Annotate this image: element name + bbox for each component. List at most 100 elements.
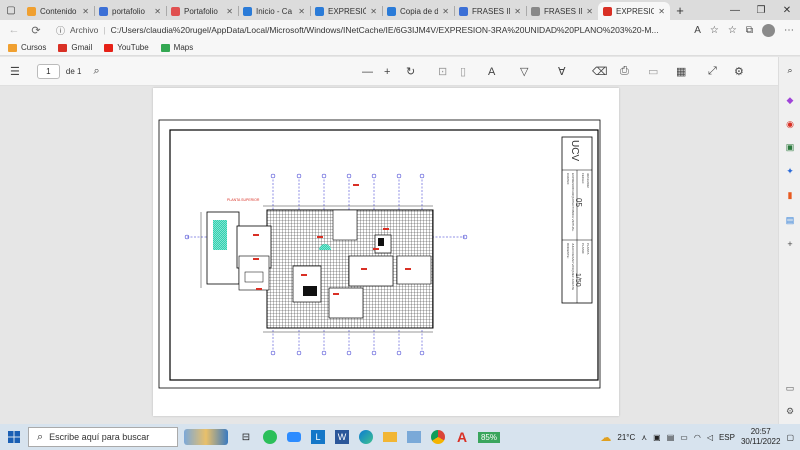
weather-icon[interactable]: ☁ [600, 431, 611, 444]
settings-icon[interactable]: ⚙ [734, 57, 744, 86]
draw-icon[interactable]: ∀ [558, 57, 566, 86]
photos-icon[interactable] [402, 426, 426, 448]
office-icon[interactable]: ▮ [784, 189, 796, 201]
new-tab-button[interactable]: + [670, 3, 690, 18]
minimize-icon[interactable]: — [722, 5, 748, 16]
print-icon[interactable]: ⎙ [620, 57, 629, 86]
learning-app-icon[interactable]: L [306, 426, 330, 448]
chrome-icon[interactable] [426, 426, 450, 448]
tab-close-icon[interactable]: ✕ [82, 7, 89, 16]
wifi-icon[interactable]: ◠ [694, 433, 701, 442]
tools-icon[interactable]: ▣ [784, 141, 796, 153]
page-number-input[interactable]: 1 [36, 63, 60, 79]
more-icon[interactable]: ⋯ [784, 25, 794, 36]
outlook-icon[interactable]: ▤ [784, 214, 796, 226]
add-icon[interactable]: + [784, 238, 796, 250]
pdf-page: UCV CURSO: EXPRESION ARQUITECTONICA VIRT… [153, 88, 619, 416]
tab-close-icon[interactable]: ✕ [298, 7, 305, 16]
favorite-icon[interactable]: ☆ [710, 25, 719, 36]
favorites-bar-icon[interactable]: ☆ [728, 25, 737, 36]
network-icon[interactable]: ⋏ [641, 433, 647, 442]
read-aloud-icon[interactable]: A [694, 25, 701, 36]
task-view-icon[interactable]: ⊟ [234, 426, 258, 448]
notifications-icon[interactable]: ▢ [786, 433, 794, 442]
whatsapp-icon[interactable] [258, 426, 282, 448]
tab-label: EXPRESIÓN [328, 6, 367, 16]
explorer-icon[interactable] [378, 426, 402, 448]
tab-8[interactable]: EXPRESION✕ [598, 2, 670, 20]
tab-1[interactable]: portafolio ✕ [94, 2, 166, 20]
copilot-icon[interactable]: ◆ [784, 94, 796, 106]
taskbar-search-placeholder: Escribe aquí para buscar [49, 432, 150, 442]
tab-close-icon[interactable]: ✕ [154, 7, 161, 16]
tab-close-icon[interactable]: ✕ [658, 7, 665, 16]
url-separator: | [103, 25, 106, 35]
volume-icon[interactable]: ◁ [707, 433, 713, 442]
read-aloud-icon[interactable]: A [488, 57, 495, 86]
acrobat-icon[interactable]: A [450, 426, 474, 448]
edge-icon[interactable] [354, 426, 378, 448]
refresh-button[interactable]: ⟳ [28, 22, 44, 38]
page-view-icon[interactable]: ▯ [460, 57, 466, 86]
close-icon[interactable]: ✕ [774, 5, 800, 16]
bookmark-1[interactable]: Gmail [58, 43, 92, 52]
tab-close-icon[interactable]: ✕ [370, 7, 377, 16]
url-field[interactable]: ⓘ Archivo | C:/Users/claudia%20rugel/App… [50, 22, 688, 38]
battery-icon[interactable]: ▭ [680, 433, 688, 442]
tab-0[interactable]: Contenido ✕ [22, 2, 94, 20]
bookmark-2[interactable]: YouTube [104, 43, 149, 52]
language-indicator[interactable]: ESP [719, 433, 735, 442]
bookmark-label: Gmail [71, 43, 93, 52]
tab-actions-icon[interactable]: ▢ [0, 0, 22, 20]
zoom-out-button[interactable]: — [362, 57, 373, 86]
tab-4[interactable]: EXPRESIÓN✕ [310, 2, 382, 20]
highlight-icon[interactable]: ▽ [520, 57, 528, 86]
tab-close-icon[interactable]: ✕ [226, 7, 233, 16]
fullscreen-icon[interactable]: ⤢ [708, 57, 717, 86]
fit-page-icon[interactable]: ⊡ [438, 57, 447, 86]
zoom-app-icon[interactable] [282, 426, 306, 448]
tab-close-icon[interactable]: ✕ [586, 7, 593, 16]
search-icon[interactable]: ⌕ [93, 65, 99, 78]
windows-start-icon[interactable] [0, 431, 28, 443]
clock[interactable]: 20:57 30/11/2022 [741, 427, 780, 447]
tab-6[interactable]: FRASES IN ✕ [454, 2, 526, 20]
tab-2[interactable]: Portafolio ✕ [166, 2, 238, 20]
contents-icon[interactable]: ☰ [10, 65, 20, 78]
zoom-in-button[interactable]: + [384, 57, 390, 86]
bookmark-icon [8, 43, 17, 52]
word-icon[interactable]: W [330, 426, 354, 448]
save-icon[interactable]: ▭ [648, 57, 658, 86]
tray-app-icon[interactable]: ▣ [653, 433, 661, 442]
layout-icon[interactable]: ▭ [784, 382, 796, 394]
games-icon[interactable]: ✦ [784, 165, 796, 177]
rotate-icon[interactable]: ↻ [406, 57, 415, 86]
maximize-icon[interactable]: ❐ [748, 5, 774, 16]
sidebar-settings-icon[interactable]: ⚙ [784, 405, 796, 417]
shopping-icon[interactable]: ◉ [784, 118, 796, 130]
bookmark-3[interactable]: Maps [160, 43, 193, 52]
back-button[interactable]: ← [6, 22, 22, 38]
tab-close-icon[interactable]: ✕ [514, 7, 521, 16]
weather-news-icon[interactable] [178, 426, 234, 448]
plan-sheet-label: PLANO: [581, 243, 585, 254]
profile-avatar[interactable] [762, 23, 775, 37]
save-as-icon[interactable]: ▦ [676, 57, 686, 86]
tab-5[interactable]: Copia de d ✕ [382, 2, 454, 20]
search-icon [459, 6, 468, 16]
tab-close-icon[interactable]: ✕ [442, 7, 449, 16]
tab-label: portafolio [112, 6, 145, 16]
tab-3[interactable]: Inicio - Ca ✕ [238, 2, 310, 20]
pdf-viewer[interactable]: UCV CURSO: EXPRESION ARQUITECTONICA VIRT… [0, 86, 778, 424]
bookmarks-bar: Cursos Gmail YouTube Maps [0, 40, 800, 56]
taskbar-search-input[interactable]: ⌕ Escribe aquí para buscar [28, 427, 178, 447]
erase-icon[interactable]: ⌫ [592, 57, 608, 86]
tray-app-icon-2[interactable]: ▤ [667, 433, 675, 442]
bookmark-0[interactable]: Cursos [8, 43, 46, 52]
bookmark-label: YouTube [117, 43, 149, 52]
collections-icon[interactable]: ⧉ [746, 25, 753, 36]
battery-indicator[interactable]: 85% [474, 426, 504, 448]
tab-7[interactable]: FRASES IN ✕ [526, 2, 598, 20]
search-icon[interactable]: ⌕ [784, 64, 796, 76]
info-icon[interactable]: ⓘ [56, 24, 65, 37]
